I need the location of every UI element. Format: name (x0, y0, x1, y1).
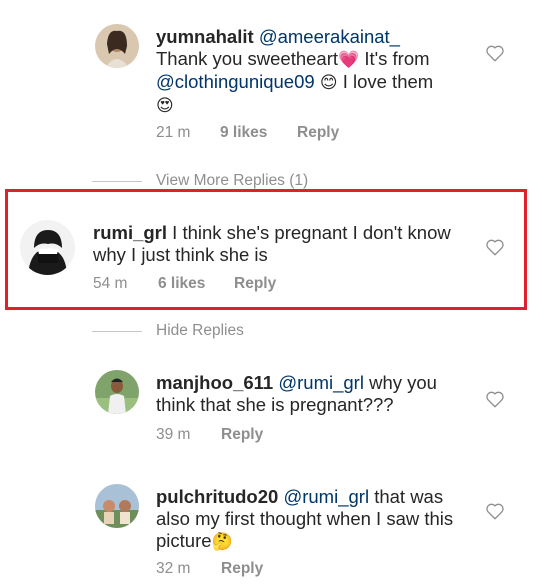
heart-emoji: 💗 (338, 50, 360, 70)
comment-rumi-grl: rumi_grl I think she's pregnant I don't … (93, 222, 463, 266)
reply-button[interactable]: Reply (221, 560, 263, 578)
avatar-rumi-grl[interactable] (20, 220, 75, 275)
avatar-pulchritudo20[interactable] (95, 484, 139, 528)
comment-username[interactable]: rumi_grl (93, 222, 167, 243)
comment-mention-2[interactable]: @clothingunique09 (156, 71, 315, 92)
comment-mention[interactable]: @ameerakainat_ (259, 26, 400, 47)
comment-manjhoo-611: manjhoo_611 @rumi_grl why you think that… (156, 372, 456, 416)
comment-likes[interactable]: 6 likes (158, 275, 234, 293)
comment-username[interactable]: pulchritudo20 (156, 486, 278, 507)
reply-button[interactable]: Reply (221, 426, 263, 444)
avatar-manjhoo-611[interactable] (95, 370, 139, 414)
comment-username[interactable]: yumnahalit (156, 26, 254, 47)
thread-divider (92, 180, 142, 182)
comment-username[interactable]: manjhoo_611 (156, 372, 273, 393)
comment-body-line1: Thank you sweetheart (156, 48, 339, 69)
hide-replies-button[interactable]: Hide Replies (92, 322, 244, 340)
heart-outline-icon[interactable] (485, 44, 505, 62)
comment-pulchritudo20: pulchritudo20 @rumi_grl that was also my… (156, 486, 461, 553)
comment-time: 21 m (156, 124, 191, 141)
heart-outline-icon[interactable] (485, 390, 505, 408)
comment-yumnahalit: yumnahalit @ameerakainat_ Thank you swee… (156, 26, 456, 117)
smile-emoji: 😊 (319, 73, 338, 93)
heart-outline-icon[interactable] (485, 238, 505, 256)
heart-eyes-emoji: 😍 (156, 96, 174, 116)
avatar-yumnahalit[interactable] (95, 24, 139, 68)
comment-mention[interactable]: @rumi_grl (283, 486, 369, 507)
heart-outline-icon[interactable] (485, 502, 505, 520)
reply-button[interactable]: Reply (297, 124, 339, 142)
thread-divider (92, 330, 142, 332)
hide-replies-label[interactable]: Hide Replies (156, 322, 244, 340)
comment-time: 54 m (93, 275, 128, 292)
comment-body-line3: I love them (337, 71, 434, 92)
thinking-emoji: 🤔 (211, 532, 233, 552)
comment-body-line1-end: It's from (359, 48, 430, 69)
comment-likes[interactable]: 9 likes (220, 124, 297, 142)
reply-button[interactable]: Reply (234, 275, 276, 293)
comment-meta: 21 m 9 likes Reply (156, 124, 339, 142)
view-more-replies-label[interactable]: View More Replies (1) (156, 172, 308, 190)
comment-meta: 32 m Reply (156, 560, 263, 578)
view-more-replies-button[interactable]: View More Replies (1) (92, 172, 308, 190)
comment-time: 39 m (156, 426, 191, 443)
comment-mention[interactable]: @rumi_grl (278, 372, 364, 393)
comment-meta: 39 m Reply (156, 426, 263, 444)
comment-time: 32 m (156, 560, 191, 577)
comment-meta: 54 m 6 likes Reply (93, 275, 276, 293)
